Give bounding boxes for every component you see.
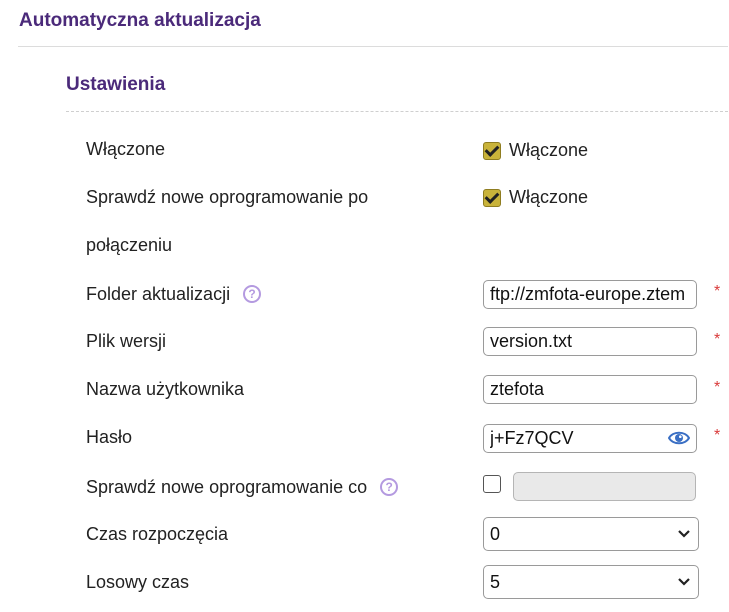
question-circle-icon[interactable]: ? bbox=[243, 285, 262, 304]
required-asterisk: * bbox=[714, 427, 721, 444]
enabled-label: Włączone bbox=[86, 139, 166, 159]
version-file-input[interactable] bbox=[483, 327, 697, 356]
page-title: Automatyczna aktualizacja bbox=[19, 10, 261, 31]
check-on-connect-label-line1: Sprawdź nowe oprogramowanie po bbox=[86, 187, 369, 207]
auto-update-page: Automatyczna aktualizacja Ustawienia Włą… bbox=[0, 0, 729, 612]
start-time-label: Czas rozpoczęcia bbox=[86, 524, 229, 544]
enabled-checkbox-group[interactable]: Włączone bbox=[483, 140, 588, 161]
enabled-checkbox-label[interactable]: Włączone bbox=[509, 140, 588, 161]
username-label: Nazwa użytkownika bbox=[86, 379, 245, 399]
start-time-value: 0 bbox=[490, 523, 501, 544]
password-input[interactable] bbox=[483, 424, 697, 453]
update-folder-label: Folder aktualizacji ? bbox=[86, 284, 262, 305]
question-circle-icon[interactable]: ? bbox=[380, 478, 399, 497]
random-time-select[interactable]: 5 bbox=[483, 565, 699, 599]
version-file-label: Plik wersji bbox=[86, 331, 167, 351]
chevron-down-icon bbox=[678, 530, 690, 538]
page-divider bbox=[18, 46, 728, 47]
update-folder-label-text: Folder aktualizacji bbox=[86, 284, 231, 304]
check-on-connect-checkbox[interactable] bbox=[483, 188, 501, 207]
username-input[interactable] bbox=[483, 375, 697, 404]
required-asterisk: * bbox=[714, 283, 721, 300]
random-time-value: 5 bbox=[490, 571, 501, 592]
check-on-connect-label-line2: połączeniu bbox=[86, 235, 173, 255]
required-asterisk: * bbox=[714, 331, 721, 348]
update-folder-input[interactable] bbox=[483, 280, 697, 309]
check-interval-checkbox[interactable] bbox=[483, 475, 501, 493]
section-divider bbox=[66, 111, 728, 112]
check-interval-input bbox=[513, 472, 696, 501]
chevron-down-icon bbox=[678, 578, 690, 586]
check-on-connect-checkbox-label[interactable]: Włączone bbox=[509, 187, 588, 208]
required-asterisk: * bbox=[714, 379, 721, 396]
check-interval-checkbox-group[interactable] bbox=[483, 475, 501, 493]
random-time-label: Losowy czas bbox=[86, 572, 190, 592]
eye-icon[interactable] bbox=[668, 430, 690, 446]
enabled-checkbox[interactable] bbox=[483, 141, 501, 160]
check-interval-label-text: Sprawdź nowe oprogramowanie co bbox=[86, 477, 368, 497]
section-title: Ustawienia bbox=[66, 74, 166, 95]
password-label: Hasło bbox=[86, 427, 133, 447]
start-time-select[interactable]: 0 bbox=[483, 517, 699, 551]
password-field-group bbox=[483, 424, 697, 453]
check-on-connect-checkbox-group[interactable]: Włączone bbox=[483, 187, 588, 208]
check-interval-label: Sprawdź nowe oprogramowanie co ? bbox=[86, 477, 399, 498]
